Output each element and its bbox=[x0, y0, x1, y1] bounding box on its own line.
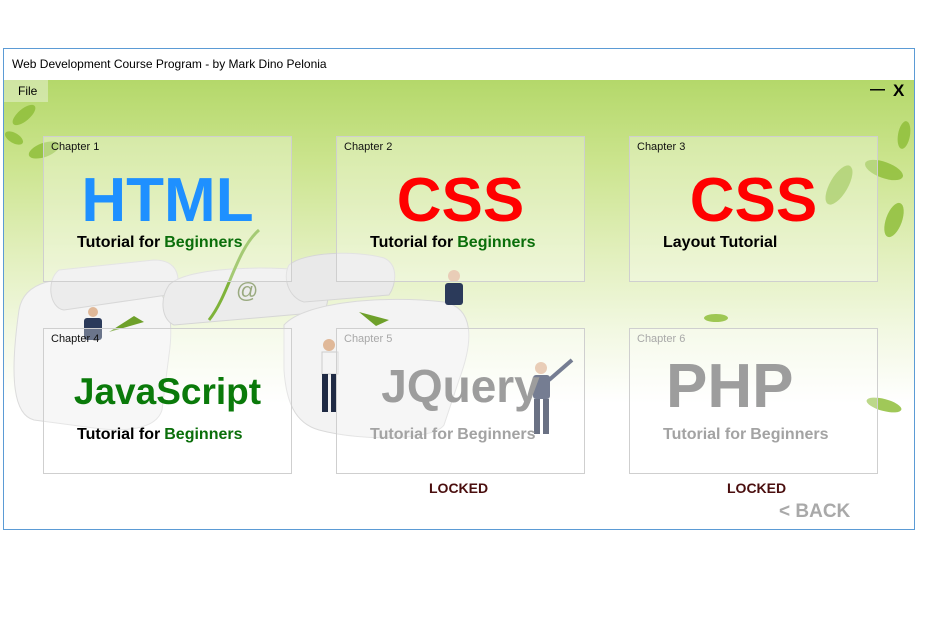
locked-label-chapter-5: LOCKED bbox=[429, 480, 489, 496]
chapter-card-css[interactable]: Chapter 2 CSS Tutorial for Beginners bbox=[336, 136, 585, 282]
chapter-card-jquery: Chapter 5 JQuery Tutorial for Beginners bbox=[336, 328, 585, 474]
menu-bar: File bbox=[4, 80, 48, 102]
chapter-title: CSS bbox=[689, 166, 818, 235]
chapter-label: Chapter 3 bbox=[637, 141, 686, 153]
minimize-button[interactable]: — bbox=[870, 81, 885, 98]
chapter-subtitle: Layout Tutorial bbox=[663, 234, 777, 252]
chapter-subtitle: Tutorial for Beginners bbox=[370, 426, 536, 444]
main-panel: @ File — X Chapter 1 HTML Tutorial for B… bbox=[4, 80, 914, 529]
subtitle-prefix: Tutorial for bbox=[370, 426, 454, 443]
chapter-label: Chapter 6 bbox=[637, 333, 686, 345]
subtitle-highlight: Beginners bbox=[164, 234, 243, 251]
chapter-label: Chapter 2 bbox=[344, 141, 393, 153]
chapter-card-html[interactable]: Chapter 1 HTML Tutorial for Beginners bbox=[43, 136, 292, 282]
close-button[interactable]: X bbox=[893, 81, 904, 101]
app-window: Web Development Course Program - by Mark… bbox=[3, 48, 915, 530]
subtitle-prefix: Tutorial for bbox=[77, 234, 161, 251]
chapter-title: PHP bbox=[666, 352, 794, 421]
window-title: Web Development Course Program - by Mark… bbox=[12, 57, 327, 71]
menu-file[interactable]: File bbox=[18, 84, 37, 98]
subtitle-highlight: Beginners bbox=[457, 426, 536, 443]
chapter-subtitle: Tutorial for Beginners bbox=[77, 234, 243, 252]
chapter-label: Chapter 4 bbox=[51, 333, 100, 345]
subtitle-highlight: Beginners bbox=[457, 234, 536, 251]
back-button[interactable]: < BACK bbox=[779, 501, 850, 523]
chapter-title: CSS bbox=[396, 166, 525, 235]
chapter-title: JQuery bbox=[381, 360, 540, 412]
subtitle-prefix: Tutorial for bbox=[77, 426, 161, 443]
chapter-subtitle: Tutorial for Beginners bbox=[663, 426, 829, 444]
chapter-subtitle: Tutorial for Beginners bbox=[77, 426, 243, 444]
chapter-subtitle: Tutorial for Beginners bbox=[370, 234, 536, 252]
title-bar: Web Development Course Program - by Mark… bbox=[4, 49, 914, 80]
subtitle-prefix: Tutorial for bbox=[663, 426, 747, 443]
subtitle-highlight: Beginners bbox=[750, 426, 829, 443]
chapter-title: HTML bbox=[81, 166, 254, 235]
chapter-card-javascript[interactable]: Chapter 4 JavaScript Tutorial for Beginne… bbox=[43, 328, 292, 474]
chapter-label: Chapter 1 bbox=[51, 141, 100, 153]
chapter-label: Chapter 5 bbox=[344, 333, 393, 345]
locked-label-chapter-6: LOCKED bbox=[727, 480, 787, 496]
subtitle-prefix: Tutorial for bbox=[370, 234, 454, 251]
chapter-card-php: Chapter 6 PHP Tutorial for Beginners bbox=[629, 328, 878, 474]
subtitle-highlight: Beginners bbox=[164, 426, 243, 443]
chapter-title: JavaScript bbox=[73, 371, 262, 412]
subtitle-prefix: Layout Tutorial bbox=[663, 234, 778, 251]
chapter-card-css-layout[interactable]: Chapter 3 CSS Layout Tutorial bbox=[629, 136, 878, 282]
